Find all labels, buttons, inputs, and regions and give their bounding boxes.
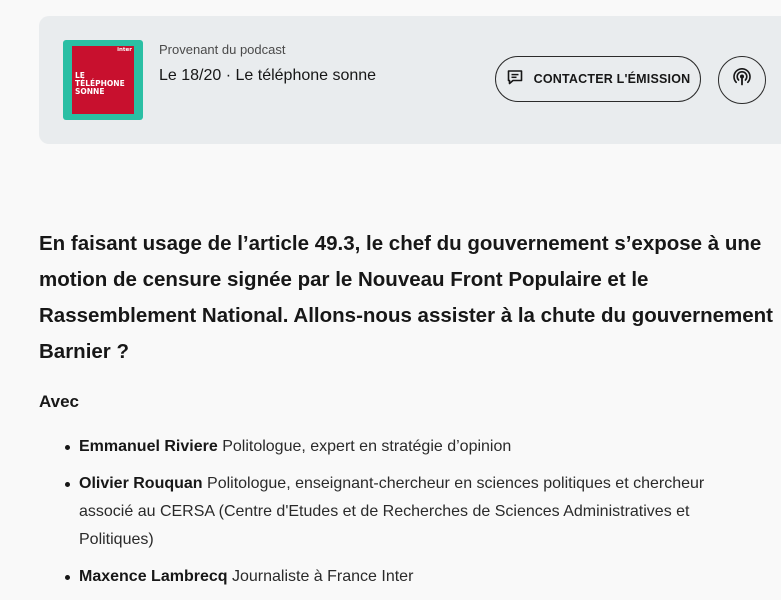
guest-description: Journaliste à France Inter xyxy=(231,568,414,585)
contact-show-button[interactable]: CONTACTER L'ÉMISSION xyxy=(495,56,701,102)
guest-item: Maxence Lambrecq Journaliste à France In… xyxy=(39,563,739,591)
guests-heading: Avec xyxy=(39,392,80,411)
podcast-icon xyxy=(732,67,752,93)
message-icon xyxy=(506,68,524,91)
bullet xyxy=(65,575,70,580)
guest-name[interactable]: Olivier Rouquan xyxy=(79,475,203,492)
cover-brand: inter xyxy=(116,47,133,53)
guest-description: Politologue, expert en stratégie d’opini… xyxy=(222,438,512,455)
podcast-card: inter LE TÉLÉPHONE SONNE Provenant du po… xyxy=(39,16,781,144)
subscribe-podcast-button[interactable] xyxy=(718,56,766,104)
guest-item: Olivier Rouquan Politologue, enseignant-… xyxy=(39,470,739,554)
podcast-title[interactable]: Le 18/20 · Le téléphone sonne xyxy=(159,67,376,85)
podcast-cover-art: inter LE TÉLÉPHONE SONNE xyxy=(72,46,134,114)
guest-name[interactable]: Emmanuel Riviere xyxy=(79,438,218,455)
bullet xyxy=(65,445,70,450)
podcast-source-label: Provenant du podcast xyxy=(159,42,286,57)
guest-list: Emmanuel Riviere Politologue, expert en … xyxy=(39,433,739,600)
podcast-cover[interactable]: inter LE TÉLÉPHONE SONNE xyxy=(63,40,143,120)
bullet xyxy=(65,482,70,487)
contact-button-label: CONTACTER L'ÉMISSION xyxy=(533,72,691,86)
guest-item: Emmanuel Riviere Politologue, expert en … xyxy=(39,433,739,461)
cover-text: LE TÉLÉPHONE SONNE xyxy=(75,71,125,96)
guest-name[interactable]: Maxence Lambrecq xyxy=(79,568,228,585)
article-intro: En faisant usage de l’article 49.3, le c… xyxy=(39,232,774,363)
